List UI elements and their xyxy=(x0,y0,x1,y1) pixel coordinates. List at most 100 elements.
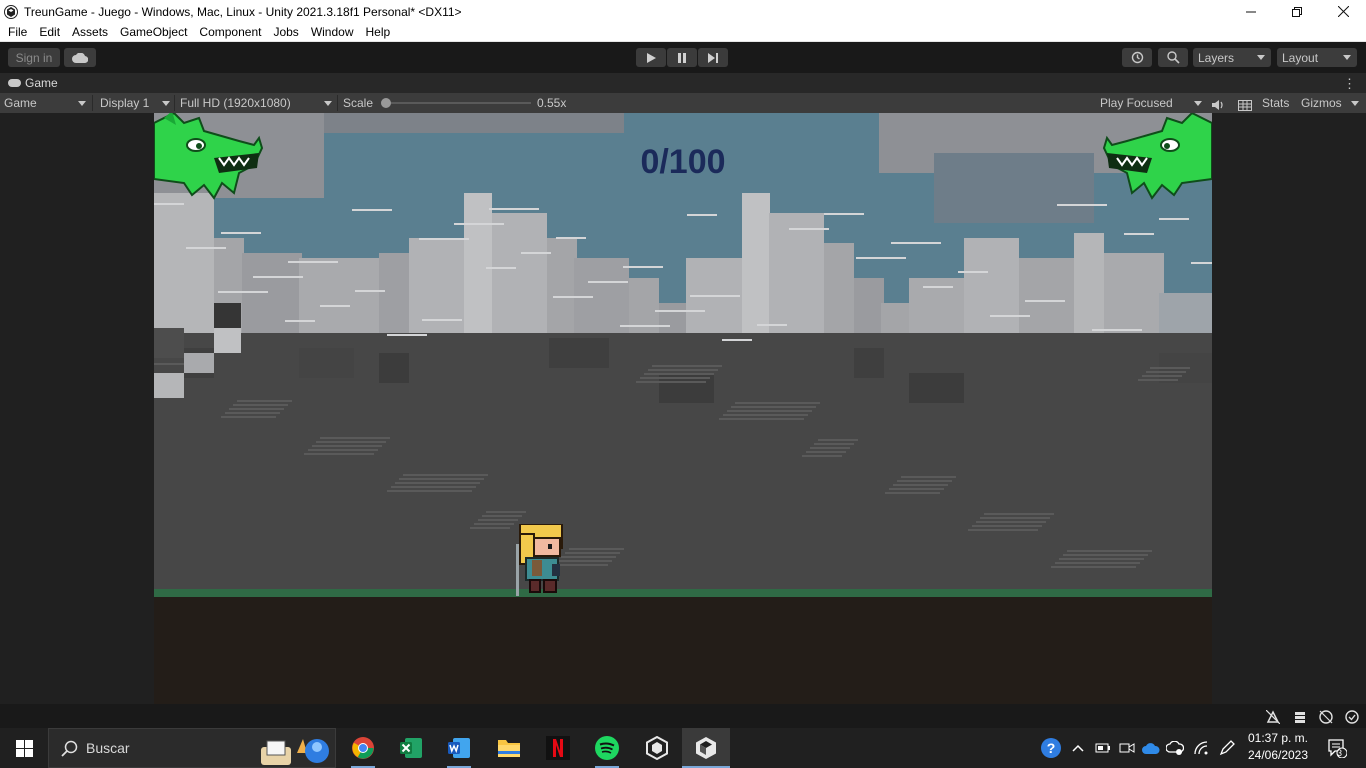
unity-editor-icon xyxy=(696,737,716,759)
layout-dropdown[interactable]: Layout xyxy=(1277,48,1357,67)
windows-logo-icon xyxy=(15,739,33,757)
unity-hub-tray-icon[interactable] xyxy=(1319,710,1333,724)
minimize-button[interactable] xyxy=(1228,0,1274,23)
dragon-head-right xyxy=(1102,113,1212,200)
resolution-dropdown[interactable]: Full HD (1920x1080) xyxy=(176,93,336,113)
menu-component[interactable]: Component xyxy=(193,23,267,42)
scale-slider-handle[interactable] xyxy=(381,98,391,108)
minimize-icon xyxy=(1246,11,1256,12)
help-tray-button[interactable]: ? xyxy=(1038,728,1064,768)
window-titlebar: TreunGame - Juego - Windows, Mac, Linux … xyxy=(0,0,1366,23)
chevron-down-icon xyxy=(162,101,170,106)
wifi-tray[interactable] xyxy=(1190,728,1212,768)
pause-icon xyxy=(678,52,686,63)
search-icon xyxy=(1166,51,1180,64)
taskbar-spotify[interactable] xyxy=(583,728,631,768)
mute-audio-button[interactable] xyxy=(1208,97,1230,110)
view-mode-label: Game xyxy=(4,96,37,110)
pause-button[interactable] xyxy=(667,48,697,67)
battery-tray[interactable] xyxy=(1092,728,1114,768)
taskbar-clock[interactable]: 01:37 p. m. 24/06/2023 xyxy=(1240,730,1316,764)
taskbar-chrome[interactable] xyxy=(339,728,387,768)
taskbar-netflix[interactable] xyxy=(534,728,582,768)
taskbar-excel[interactable] xyxy=(387,728,435,768)
view-mode-dropdown[interactable]: Game xyxy=(0,93,90,113)
taskbar-unity-hub[interactable] xyxy=(633,728,681,768)
chevron-down-icon xyxy=(1257,55,1265,60)
menu-bar: File Edit Assets GameObject Component Jo… xyxy=(0,23,1366,42)
close-button[interactable] xyxy=(1320,0,1366,23)
check-circle-icon[interactable] xyxy=(1345,710,1359,724)
resolution-label: Full HD (1920x1080) xyxy=(180,96,291,110)
more-options-icon[interactable]: ⋮ xyxy=(1343,76,1356,92)
step-button[interactable] xyxy=(698,48,728,67)
unity-logo-icon xyxy=(4,4,18,19)
onedrive-cloud-icon xyxy=(1142,743,1160,754)
play-icon xyxy=(647,52,656,63)
menu-window[interactable]: Window xyxy=(305,23,360,42)
wifi-icon xyxy=(1194,741,1208,755)
taskbar-word[interactable] xyxy=(435,728,483,768)
taskbar-search-input[interactable] xyxy=(86,740,246,756)
divider xyxy=(174,95,175,111)
gizmos-dropdown[interactable]: Gizmos xyxy=(1297,93,1363,113)
chevron-down-icon xyxy=(324,101,332,106)
chevron-up-icon xyxy=(1072,744,1084,752)
divider xyxy=(337,95,338,111)
grid-icon xyxy=(1238,100,1252,111)
sign-in-button[interactable]: Sign in xyxy=(8,48,60,67)
game-tab-header: Game ⋮ xyxy=(0,73,1366,93)
game-view-toolbar: Game Display 1 Full HD (1920x1080) Scale… xyxy=(0,93,1366,113)
show-hidden-icons-button[interactable] xyxy=(1068,728,1088,768)
castle-wall-scenery xyxy=(154,113,1212,589)
menu-gameobject[interactable]: GameObject xyxy=(114,23,193,42)
menu-assets[interactable]: Assets xyxy=(66,23,114,42)
tray-app-icon[interactable] xyxy=(1266,710,1280,724)
menu-edit[interactable]: Edit xyxy=(33,23,66,42)
tab-game-label: Game xyxy=(25,76,58,90)
menu-help[interactable]: Help xyxy=(360,23,397,42)
play-focused-label: Play Focused xyxy=(1100,96,1173,110)
clock-date: 24/06/2023 xyxy=(1247,748,1309,762)
spotify-icon xyxy=(595,736,619,760)
search-button[interactable] xyxy=(1158,48,1188,67)
search-highlight-icon xyxy=(261,739,329,765)
action-center-button[interactable]: 3 xyxy=(1322,728,1352,768)
chrome-icon xyxy=(352,737,374,759)
start-button[interactable] xyxy=(0,728,48,768)
pen-icon xyxy=(1219,740,1235,756)
pen-tray[interactable] xyxy=(1216,728,1238,768)
scale-slider-track[interactable] xyxy=(386,102,531,104)
taskbar-unity-editor[interactable] xyxy=(682,728,730,768)
cloud-icon xyxy=(72,52,88,63)
onedrive-tray[interactable] xyxy=(1140,728,1162,768)
stack-icon[interactable] xyxy=(1293,710,1307,724)
play-button[interactable] xyxy=(636,48,666,67)
display-dropdown[interactable]: Display 1 xyxy=(96,93,174,113)
chevron-down-icon xyxy=(78,101,86,106)
menu-file[interactable]: File xyxy=(0,23,33,42)
undo-history-button[interactable] xyxy=(1122,48,1152,67)
camera-icon xyxy=(1119,743,1135,753)
layers-label: Layers xyxy=(1198,50,1235,65)
svg-text:?: ? xyxy=(1047,740,1056,756)
taskbar-search-box[interactable] xyxy=(48,728,336,768)
cloud-button[interactable] xyxy=(64,48,96,67)
restore-icon xyxy=(1292,6,1302,17)
play-focused-dropdown[interactable]: Play Focused xyxy=(1096,93,1206,113)
main-toolbar: Sign in Layers Layout xyxy=(0,43,1366,72)
taskbar-overflow-strip xyxy=(0,704,1366,728)
play-controls xyxy=(636,48,728,67)
menu-jobs[interactable]: Jobs xyxy=(267,23,304,42)
excel-icon xyxy=(400,738,422,758)
taskbar-file-explorer[interactable] xyxy=(485,728,533,768)
restore-button[interactable] xyxy=(1274,0,1320,23)
tab-game[interactable]: Game xyxy=(0,76,58,90)
network-status-tray[interactable] xyxy=(1164,728,1186,768)
meet-now-tray[interactable] xyxy=(1116,728,1138,768)
stats-button[interactable]: Stats xyxy=(1258,93,1296,113)
game-viewport[interactable]: 0/100 xyxy=(154,113,1212,704)
grid-toggle-button[interactable] xyxy=(1234,97,1256,111)
window-title: TreunGame - Juego - Windows, Mac, Linux … xyxy=(24,4,462,19)
layers-dropdown[interactable]: Layers xyxy=(1193,48,1271,67)
